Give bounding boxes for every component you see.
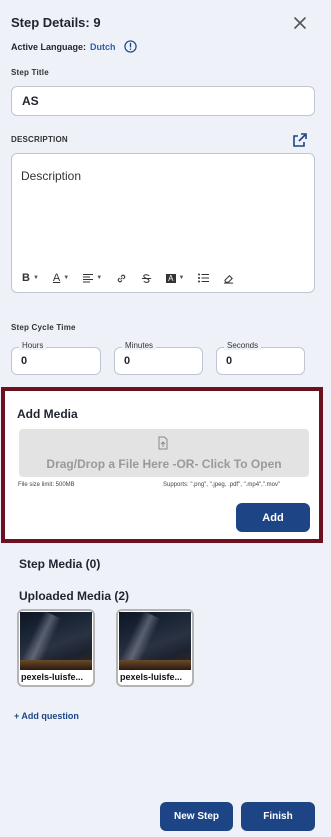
step-title-input[interactable]: AS [11,86,315,116]
hours-value: 0 [21,355,28,367]
minutes-label: Minutes [122,341,157,350]
seconds-value: 0 [226,355,233,367]
eraser-icon [224,274,234,284]
text-color-button[interactable]: A ▼ [53,271,69,285]
finish-button[interactable]: Finish [241,802,315,831]
bold-icon: B [22,272,30,284]
seconds-label: Seconds [224,341,262,350]
link-icon [117,274,126,282]
media-thumbnail [19,611,92,674]
add-media-card: Add Media Drag/Drop a File Here -OR- Cli… [13,397,311,535]
info-icon[interactable] [123,40,137,53]
description-label: DESCRIPTION [11,135,68,144]
uploaded-media-item[interactable]: pexels-luisfe... [17,609,95,687]
align-icon [83,274,94,283]
bold-button[interactable]: B ▼ [22,271,39,285]
add-media-button[interactable]: Add [236,503,310,532]
hours-label: Hours [19,341,47,350]
minutes-value: 0 [124,355,131,367]
uploaded-media-heading: Uploaded Media (2) [19,589,130,603]
step-title-label: Step Title [11,68,49,77]
hours-field[interactable]: Hours 0 [11,341,101,375]
cycle-time-label: Step Cycle Time [11,323,76,332]
link-button[interactable] [116,271,127,285]
uploaded-media-item[interactable]: pexels-luisfe... [116,609,194,687]
align-button[interactable]: ▼ [83,271,102,285]
media-filename: pexels-luisfe... [120,672,183,682]
description-placeholder: Description [21,169,82,183]
bullet-list-button[interactable] [198,271,210,285]
strikethrough-button[interactable] [141,271,152,285]
chevron-down-icon: ▼ [96,275,103,281]
media-filename: pexels-luisfe... [21,672,84,682]
add-media-panel: Add Media Drag/Drop a File Here -OR- Cli… [1,387,323,543]
new-step-button[interactable]: New Step [160,802,233,831]
add-question-link[interactable]: + Add question [14,711,79,721]
supported-formats: Supports: ".png", ".jpeg, .pdf", ".mp4",… [163,482,281,488]
page-title: Step Details: 9 [11,15,101,30]
clear-format-button[interactable] [223,271,234,285]
bullet-list-icon [198,273,210,283]
file-dropzone[interactable]: Drag/Drop a File Here -OR- Click To Open [19,429,309,477]
font-style-icon: A [166,273,176,283]
strikethrough-icon [142,273,152,283]
step-media-heading: Step Media (0) [19,557,101,571]
external-link-icon[interactable] [292,132,308,148]
dropzone-text: Drag/Drop a File Here -OR- Click To Open [46,457,282,471]
active-language-label: Active Language: [11,41,87,52]
font-style-button[interactable]: A ▼ [166,271,184,285]
upload-file-icon [158,436,168,450]
close-icon[interactable] [290,13,310,33]
editor-toolbar: B ▼ A ▼ ▼ A ▼ [22,271,248,285]
chevron-down-icon: ▼ [63,275,70,281]
description-editor[interactable]: Description B ▼ A ▼ ▼ A ▼ [11,153,315,293]
add-media-title: Add Media [17,407,78,421]
chevron-down-icon: ▼ [178,275,185,281]
file-size-limit: File size limit: 500MB [18,482,75,488]
chevron-down-icon: ▼ [32,275,39,281]
media-thumbnail [118,611,191,674]
text-color-icon: A [52,272,61,284]
active-language-row: Active Language: Dutch [11,40,137,53]
minutes-field[interactable]: Minutes 0 [114,341,203,375]
seconds-field[interactable]: Seconds 0 [216,341,305,375]
active-language-value[interactable]: Dutch [90,42,116,52]
